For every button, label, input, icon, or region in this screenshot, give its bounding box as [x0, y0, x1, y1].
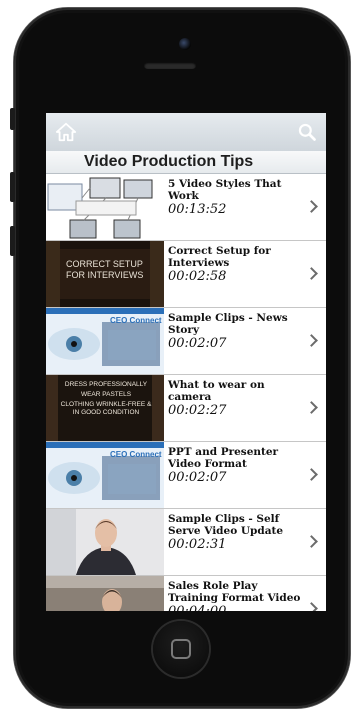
video-text: PPT and Presenter Video Format 00:02:07 — [168, 446, 308, 485]
video-text: Sales Role Play Training Format Video 00… — [168, 580, 308, 611]
video-thumbnail: CEO Connect — [46, 308, 164, 374]
video-title: PPT and Presenter Video Format — [168, 446, 279, 470]
thumb-caption: CEO Connect — [110, 450, 162, 459]
video-list-item[interactable]: CORRECT SETUP FOR INTERVIEWS Correct Set… — [46, 241, 326, 308]
video-text: Correct Setup for Interviews 00:02:58 — [168, 245, 308, 284]
video-list-item[interactable]: 5 Video Styles That Work 00:13:52 — [46, 174, 326, 241]
video-title: Correct Setup for Interviews — [168, 245, 271, 269]
video-list[interactable]: 5 Video Styles That Work 00:13:52 CORREC… — [46, 174, 326, 611]
video-list-item[interactable]: Sales Role Play Training Format Video 00… — [46, 576, 326, 611]
video-duration: 00:02:07 — [168, 336, 227, 351]
video-list-item[interactable]: DRESS PROFESSIONALLY WEAR PASTELS CLOTHING… — [46, 375, 326, 442]
video-duration: 00:02:07 — [168, 470, 227, 485]
video-list-item[interactable]: CEO Connect PPT and Presenter Video Form… — [46, 442, 326, 509]
volume-up-button — [10, 172, 15, 202]
video-thumbnail — [46, 509, 164, 575]
video-duration: 00:04:00 — [168, 604, 308, 611]
video-list-item[interactable]: Sample Clips - Self Serve Video Update 0… — [46, 509, 326, 576]
silent-switch — [10, 108, 15, 130]
video-title: Sample Clips - News Story — [168, 312, 288, 336]
home-icon[interactable] — [55, 121, 77, 143]
front-camera — [179, 38, 191, 50]
earpiece-speaker — [144, 62, 196, 69]
video-title: What to wear on camera — [168, 379, 265, 403]
thumb-caption: CORRECT SETUP FOR INTERVIEWS — [66, 259, 144, 280]
video-duration: 00:02:27 — [168, 403, 227, 418]
video-title: Sample Clips - Self Serve Video Update — [168, 513, 284, 537]
video-thumbnail: CEO Connect — [46, 442, 164, 508]
volume-down-button — [10, 226, 15, 256]
video-text: Sample Clips - News Story 00:02:07 — [168, 312, 308, 351]
video-thumbnail — [46, 174, 164, 240]
video-title: 5 Video Styles That Work — [168, 178, 282, 202]
video-duration: 00:13:52 — [168, 202, 227, 217]
video-text: Sample Clips - Self Serve Video Update 0… — [168, 513, 308, 552]
thumb-caption: DRESS PROFESSIONALLY WEAR PASTELS CLOTHING… — [60, 381, 152, 416]
page-title: Video Production Tips — [46, 151, 326, 174]
video-text: What to wear on camera 00:02:27 — [168, 379, 308, 418]
search-icon[interactable] — [297, 122, 317, 142]
home-button-icon — [171, 639, 191, 659]
video-thumbnail: CORRECT SETUP FOR INTERVIEWS — [46, 241, 164, 307]
video-list-item[interactable]: CEO Connect Sample Clips - News Story 00… — [46, 308, 326, 375]
top-bar — [46, 113, 326, 151]
video-thumbnail — [46, 576, 164, 611]
app-screen: Video Production Tips 5 Video Styles Tha… — [46, 113, 326, 611]
video-thumbnail: DRESS PROFESSIONALLY WEAR PASTELS CLOTHING… — [46, 375, 164, 441]
video-title: Sales Role Play Training Format Video — [168, 580, 301, 604]
thumb-caption: CEO Connect — [110, 316, 162, 325]
video-text: 5 Video Styles That Work 00:13:52 — [168, 178, 308, 217]
video-duration: 00:02:58 — [168, 269, 227, 284]
video-duration: 00:02:31 — [168, 537, 227, 552]
